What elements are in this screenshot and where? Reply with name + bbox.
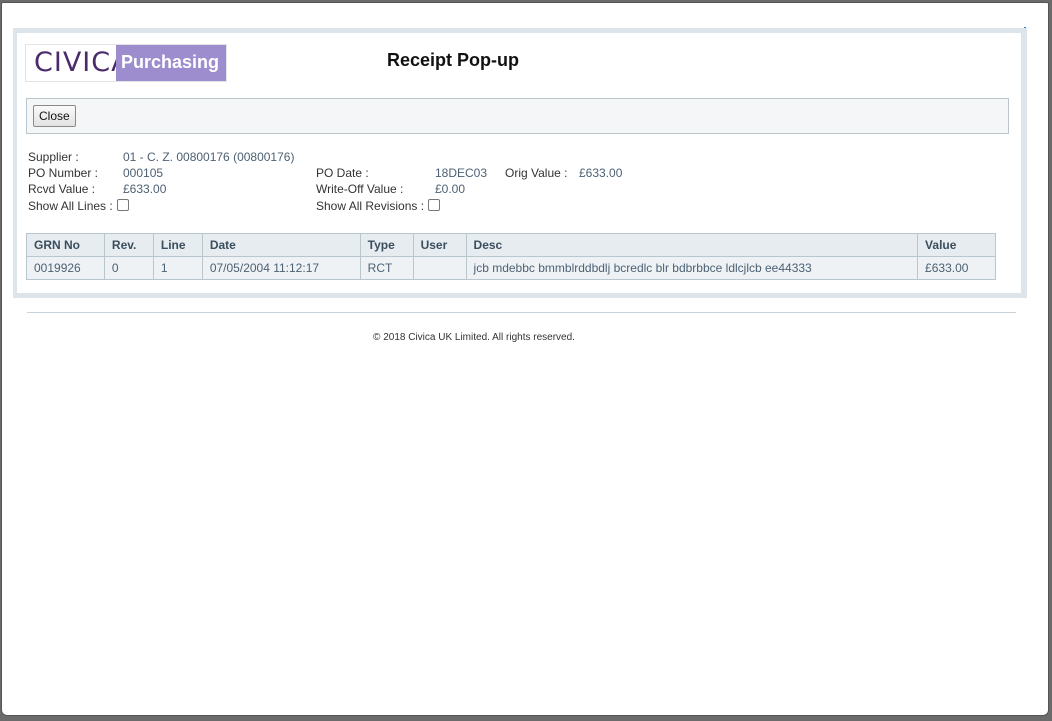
po-number-label: PO Number :: [28, 166, 99, 180]
browser-window: CIVICA Purchasing Receipt Pop-up Close S…: [1, 2, 1049, 716]
po-number-value: 000105: [123, 166, 164, 180]
show-all-revisions-label: Show All Revisions :: [316, 199, 425, 213]
supplier-label: Supplier :: [28, 150, 79, 164]
show-all-lines-checkbox[interactable]: [116, 199, 129, 211]
col-header-date: Date: [201, 233, 361, 257]
cell-type: RCT: [359, 256, 414, 280]
cell-line: 1: [152, 256, 203, 280]
copyright-footer: © 2018 Civica UK Limited. All rights res…: [373, 332, 575, 343]
page-title: Receipt Pop-up: [387, 50, 520, 70]
cell-desc: jcb mdebbc bmmblrddbdlj bcredlc blr bdbr…: [465, 256, 919, 280]
col-header-value: Value: [917, 233, 996, 257]
col-header-line: Line: [152, 233, 203, 257]
write-off-value-value: £0.00: [435, 182, 466, 196]
cell-rev: 0: [103, 256, 154, 280]
civica-logo-text: CIVICA: [26, 45, 130, 81]
civica-purchasing-logo: CIVICA Purchasing: [25, 44, 227, 82]
show-all-revisions-row: Show All Revisions :: [316, 199, 441, 213]
show-all-revisions-checkbox[interactable]: [428, 199, 441, 211]
close-button[interactable]: Close: [33, 105, 76, 127]
table-row[interactable]: 0019926 0 1 07/05/2004 11:12:17 RCT jcb …: [26, 256, 996, 280]
rcvd-value-label: Rcvd Value :: [28, 182, 96, 196]
cell-grn-no: 0019926: [26, 256, 105, 280]
popup-content: CIVICA Purchasing Receipt Pop-up Close S…: [17, 33, 1021, 293]
rcvd-value-value: £633.00: [123, 182, 167, 196]
po-date-label: PO Date :: [316, 166, 369, 180]
receipt-lines-table: GRN No Rev. Line Date Type User Desc Val…: [26, 233, 996, 280]
po-date-value: 18DEC03: [435, 166, 488, 180]
receipt-popup: CIVICA Purchasing Receipt Pop-up Close S…: [13, 28, 1027, 298]
show-all-lines-row: Show All Lines :: [28, 199, 129, 213]
cell-value: £633.00: [917, 256, 996, 280]
col-header-type: Type: [359, 233, 414, 257]
cell-user: [412, 256, 467, 280]
footer-divider: [27, 312, 1016, 313]
col-header-desc: Desc: [465, 233, 919, 257]
col-header-grn-no: GRN No: [26, 233, 105, 257]
show-all-lines-label: Show All Lines :: [28, 199, 113, 213]
supplier-value: 01 - C. Z. 00800176 (00800176): [123, 150, 295, 164]
write-off-value-label: Write-Off Value :: [316, 182, 404, 196]
col-header-user: User: [412, 233, 467, 257]
toolbar: Close: [26, 98, 1009, 134]
col-header-rev: Rev.: [103, 233, 154, 257]
orig-value-label: Orig Value :: [505, 166, 568, 180]
table-header-row: GRN No Rev. Line Date Type User Desc Val…: [26, 233, 996, 257]
cell-date: 07/05/2004 11:12:17: [201, 256, 361, 280]
orig-value-value: £633.00: [579, 166, 623, 180]
purchasing-logo-text: Purchasing: [116, 45, 226, 81]
